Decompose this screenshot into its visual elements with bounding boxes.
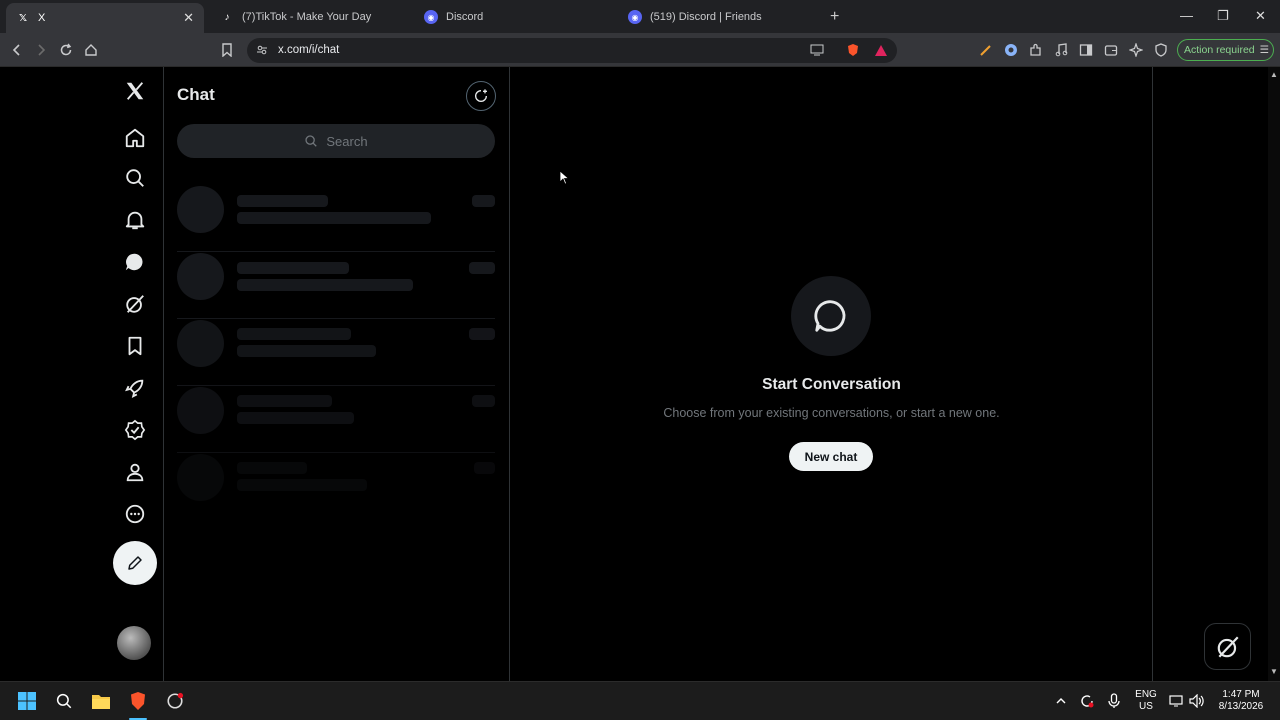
extensions-puzzle-icon[interactable] [1027, 41, 1045, 59]
music-icon[interactable] [1052, 41, 1070, 59]
list-item-skeleton [177, 320, 495, 386]
bookmark-icon[interactable] [218, 41, 236, 59]
url-text: x.com/i/chat [278, 44, 340, 56]
rocket-icon[interactable] [121, 374, 149, 402]
browser-toolbar: x.com/i/chat Action required ☰ [0, 33, 1280, 67]
window-close-button[interactable]: ✕ [1255, 8, 1266, 24]
date-text: 8/13/2026 [1218, 701, 1264, 712]
windows-taskbar: ENG US 1:47 PM 8/13/2026 [0, 681, 1280, 720]
reload-icon[interactable] [57, 41, 75, 59]
search-icon[interactable] [53, 690, 75, 712]
sidebar-icon[interactable] [1077, 41, 1095, 59]
x-logo-icon: 𝕏 [18, 12, 28, 24]
network-icon[interactable] [1166, 690, 1188, 712]
new-tab-button[interactable]: + [830, 8, 839, 26]
leo-ai-icon[interactable] [1127, 41, 1145, 59]
tab-discord-friends[interactable]: ◉ (519) Discord | Friends [618, 4, 823, 30]
search-placeholder: Search [326, 133, 368, 149]
search-input[interactable]: Search [177, 124, 495, 158]
sync-icon[interactable] [1076, 690, 1098, 712]
discord-icon: ◉ [424, 10, 438, 24]
action-required-button[interactable]: Action required ☰ [1177, 39, 1274, 61]
home-icon[interactable] [82, 41, 100, 59]
list-item-skeleton [177, 387, 495, 453]
grok-icon [1217, 636, 1239, 657]
clock[interactable]: 1:47 PM 8/13/2026 [1212, 689, 1270, 713]
cast-icon[interactable] [808, 41, 826, 59]
x-chat-page: Chat Search Start Conversation Choose fr… [0, 67, 1268, 681]
new-message-button[interactable] [466, 81, 496, 111]
grok-floating-button[interactable] [1204, 623, 1251, 670]
browser-tabstrip: 𝕏 X ✕ ♪ (7)TikTok - Make Your Day ◉ Disc… [0, 0, 1280, 33]
chat-icon[interactable] [121, 248, 149, 276]
new-chat-button[interactable]: New chat [789, 442, 873, 471]
notifications-bell-icon[interactable] [121, 206, 149, 234]
time-text: 1:47 PM [1222, 689, 1260, 700]
region-code: US [1139, 701, 1153, 712]
minimize-button[interactable]: — [1180, 8, 1193, 23]
empty-state-heading: Start Conversation [762, 376, 901, 393]
page-title: Chat [177, 85, 215, 104]
back-icon[interactable] [8, 41, 26, 59]
close-icon[interactable]: ✕ [183, 10, 194, 26]
tab-title: Discord [446, 11, 484, 23]
language-code: ENG [1135, 689, 1157, 700]
search-icon[interactable] [121, 164, 149, 192]
list-item-skeleton [177, 253, 495, 319]
compose-post-button[interactable] [113, 541, 157, 585]
language-indicator[interactable]: ENG US [1132, 689, 1160, 713]
conversation-panel: Start Conversation Choose from your exis… [510, 67, 1153, 681]
microphone-icon[interactable] [1103, 690, 1125, 712]
extension-circle-icon[interactable] [1002, 41, 1020, 59]
maximize-button[interactable]: ❐ [1217, 8, 1229, 24]
left-navigation [0, 67, 164, 681]
volume-icon[interactable] [1186, 690, 1208, 712]
tab-title: (7)TikTok - Make Your Day [242, 11, 372, 23]
vpn-shield-icon[interactable] [1152, 41, 1170, 59]
wallet-icon[interactable] [1102, 41, 1120, 59]
search-icon [305, 135, 318, 147]
brave-rewards-icon[interactable] [872, 41, 890, 59]
tab-x[interactable]: 𝕏 X ✕ [6, 3, 204, 33]
empty-state-subtitle: Choose from your existing conversations,… [663, 406, 1000, 420]
more-icon[interactable] [121, 500, 149, 528]
home-icon[interactable] [121, 124, 149, 152]
site-settings-icon[interactable] [253, 41, 271, 59]
page-scrollbar[interactable]: ▲ ▼ [1268, 67, 1280, 681]
brave-browser-icon[interactable] [127, 690, 149, 712]
tiktok-icon: ♪ [224, 11, 230, 23]
file-explorer-icon[interactable] [90, 690, 112, 712]
chat-bubble-icon [791, 276, 871, 356]
scroll-down-icon[interactable]: ▼ [1270, 667, 1278, 676]
menu-icon: ☰ [1259, 44, 1270, 56]
compose-icon [128, 556, 142, 570]
tab-title: (519) Discord | Friends [650, 11, 762, 23]
tab-discord[interactable]: ◉ Discord [414, 4, 614, 30]
list-item-skeleton [177, 186, 495, 252]
verified-icon[interactable] [121, 416, 149, 444]
mouse-cursor-icon [559, 170, 569, 185]
chevron-up-icon[interactable] [1050, 690, 1072, 712]
chat-list-panel: Chat Search [164, 67, 510, 681]
address-bar[interactable]: x.com/i/chat [247, 38, 897, 63]
tab-title: X [38, 12, 46, 24]
grok-icon[interactable] [121, 290, 149, 318]
pen-extension-icon[interactable] [977, 41, 995, 59]
new-message-icon [475, 89, 487, 102]
bookmarks-icon[interactable] [121, 332, 149, 360]
forward-icon[interactable] [32, 41, 50, 59]
windows-start-icon[interactable] [16, 690, 38, 712]
tab-tiktok[interactable]: ♪ (7)TikTok - Make Your Day [210, 4, 410, 30]
chatgpt-icon[interactable] [164, 690, 186, 712]
profile-icon[interactable] [121, 458, 149, 486]
list-item-skeleton [177, 454, 495, 520]
account-avatar[interactable] [117, 626, 151, 660]
scroll-up-icon[interactable]: ▲ [1270, 70, 1278, 79]
x-logo-icon[interactable] [121, 77, 149, 105]
action-required-label: Action required [1184, 44, 1255, 56]
discord-icon: ◉ [628, 10, 642, 24]
brave-shield-icon[interactable] [844, 41, 862, 59]
